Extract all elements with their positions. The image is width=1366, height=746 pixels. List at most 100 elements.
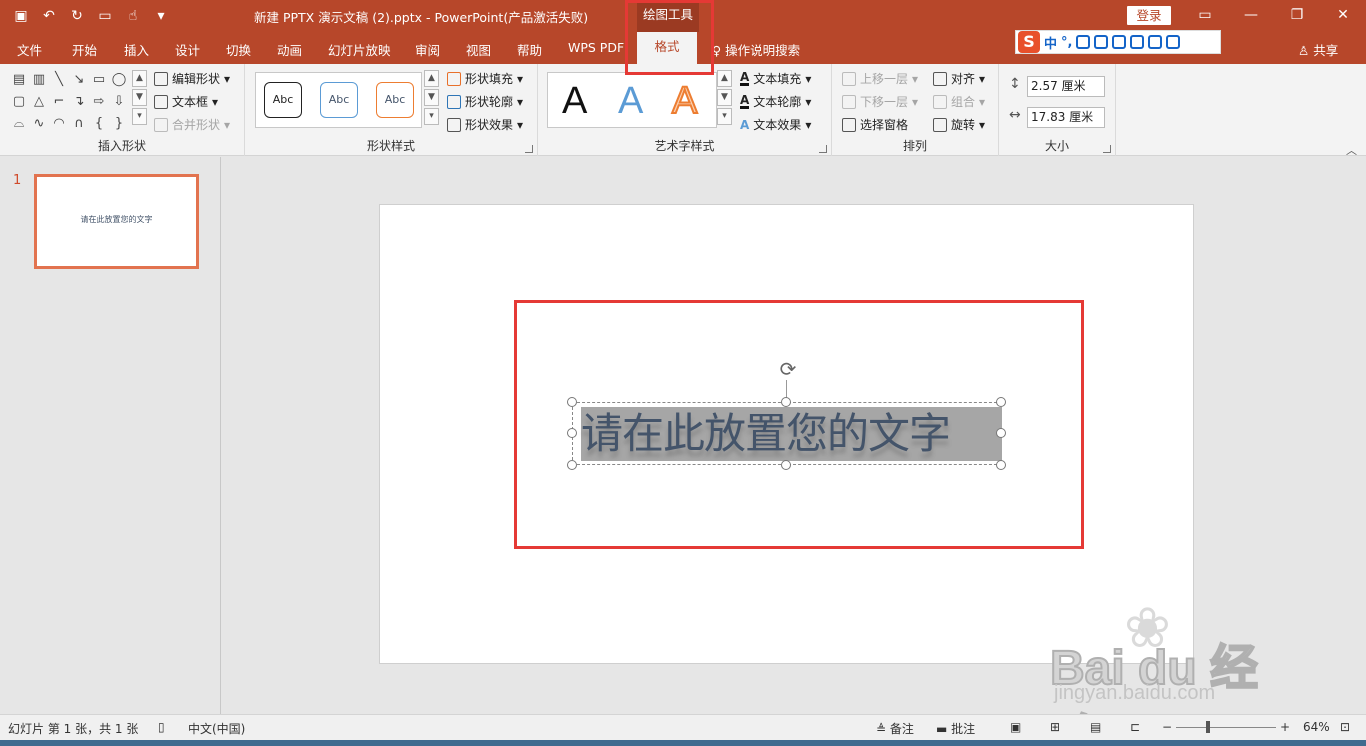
zoom-level[interactable]: 64% [1303, 720, 1330, 734]
keyboard-icon[interactable] [1112, 35, 1127, 49]
rotate-button[interactable]: 旋转 ▾ [933, 116, 985, 133]
mic-icon[interactable] [1094, 35, 1109, 49]
zoom-slider-thumb[interactable] [1206, 721, 1210, 733]
tab-review[interactable]: 审阅 [415, 40, 440, 59]
close-icon[interactable]: ✕ [1320, 0, 1366, 32]
spell-check-icon[interactable]: ▯ [158, 720, 165, 734]
zoom-in-button[interactable]: + [1280, 720, 1290, 734]
undo-icon[interactable]: ↶ [38, 6, 60, 26]
scroll-down-icon[interactable]: ▼ [717, 89, 732, 106]
group-objects-button[interactable]: 组合 ▾ [933, 93, 985, 110]
slideshow-view-icon[interactable]: ⊏ [1130, 720, 1140, 734]
tab-transitions[interactable]: 切换 [226, 40, 251, 59]
arc-icon[interactable]: ◠ [50, 116, 68, 132]
restore-icon[interactable]: ❐ [1274, 0, 1320, 32]
ribbon-display-icon[interactable]: ▭ [1182, 0, 1228, 32]
edit-shape-button[interactable]: 编辑形状 ▾ [154, 70, 230, 87]
gallery-more-icon[interactable]: ▾ [132, 108, 147, 125]
scroll-down-icon[interactable]: ▼ [132, 89, 147, 106]
collapse-ribbon-icon[interactable]: ︿ [1346, 142, 1357, 158]
zoom-out-button[interactable]: − [1162, 720, 1172, 734]
selection-pane-button[interactable]: 选择窗格 [842, 116, 908, 133]
rectangle-icon[interactable]: ▭ [90, 72, 108, 88]
scroll-up-icon[interactable]: ▲ [717, 70, 732, 87]
shape-style-2[interactable]: Abc [320, 82, 358, 118]
customize-icon[interactable]: ▾ [150, 6, 172, 26]
gallery-more-icon[interactable]: ▾ [424, 108, 439, 125]
align-button[interactable]: 对齐 ▾ [933, 70, 985, 87]
notes-button[interactable]: ≜ 备注 [876, 720, 914, 737]
right-brace-icon[interactable]: } [110, 116, 128, 132]
slide-sorter-icon[interactable]: ⊞ [1050, 720, 1060, 734]
freeform-icon[interactable]: ⌓ [10, 116, 28, 132]
text-outline-button[interactable]: A 文本轮廓 ▾ [740, 93, 811, 110]
tab-home[interactable]: 开始 [72, 40, 97, 59]
gallery-more-icon[interactable]: ▾ [717, 108, 732, 125]
tab-view[interactable]: 视图 [466, 40, 491, 59]
normal-view-icon[interactable]: ▣ [1010, 720, 1021, 734]
save-icon[interactable]: ▣ [10, 6, 32, 26]
scribble-icon[interactable]: ∿ [30, 116, 48, 132]
zoom-slider[interactable] [1176, 727, 1276, 728]
scroll-up-icon[interactable]: ▲ [132, 70, 147, 87]
scroll-up-icon[interactable]: ▲ [424, 70, 439, 87]
height-input[interactable]: 2.57 厘米 [1027, 76, 1105, 97]
tab-slideshow[interactable]: 幻灯片放映 [328, 40, 391, 59]
text-fill-button[interactable]: A 文本填充 ▾ [740, 70, 811, 87]
minimize-icon[interactable]: — [1228, 0, 1274, 32]
wordart-style-2[interactable]: A [618, 79, 643, 123]
shape-gallery[interactable]: ▤ ▥ ╲ ↘ ▭ ◯ ▢ △ ⌐ ↴ ⇨ ⇩ ⌓ ∿ ◠ ∩ { } [10, 72, 130, 132]
elbow-connector-icon[interactable]: ⌐ [50, 94, 68, 110]
tab-insert[interactable]: 插入 [124, 40, 149, 59]
dialog-launcher-icon[interactable] [819, 145, 827, 153]
ime-punct[interactable]: °, [1061, 35, 1072, 50]
language-indicator[interactable]: 中文(中国) [188, 720, 245, 737]
share-button[interactable]: ♙ 共享 [1298, 40, 1338, 59]
dialog-launcher-icon[interactable] [1103, 145, 1111, 153]
skin-icon[interactable] [1148, 35, 1163, 49]
tab-design[interactable]: 设计 [175, 40, 200, 59]
textbox-shape-icon[interactable]: ▤ [10, 72, 28, 88]
tell-me-search[interactable]: ♀ 操作说明搜索 [712, 40, 800, 59]
send-backward-button[interactable]: 下移一层 ▾ [842, 93, 918, 110]
redo-icon[interactable]: ↻ [66, 6, 88, 26]
dialog-launcher-icon[interactable] [525, 145, 533, 153]
grid-icon[interactable] [1166, 35, 1181, 49]
bring-forward-button[interactable]: 上移一层 ▾ [842, 70, 918, 87]
down-arrow-icon[interactable]: ⇩ [110, 94, 128, 110]
reading-view-icon[interactable]: ▤ [1090, 720, 1101, 734]
text-effects-button[interactable]: A 文本效果 ▾ [740, 116, 811, 133]
rounded-rect-icon[interactable]: ▢ [10, 94, 28, 110]
tab-help[interactable]: 帮助 [517, 40, 542, 59]
right-arrow-icon[interactable]: ⇨ [90, 94, 108, 110]
ime-mode[interactable]: 中 [1044, 33, 1057, 52]
shape-effects-button[interactable]: 形状效果 ▾ [447, 116, 523, 133]
curve-icon[interactable]: ∩ [70, 116, 88, 132]
merge-shapes-button[interactable]: 合并形状 ▾ [154, 116, 230, 133]
fit-to-window-icon[interactable]: ⊡ [1340, 720, 1350, 734]
line-icon[interactable]: ╲ [50, 72, 68, 88]
oval-icon[interactable]: ◯ [110, 72, 128, 88]
tab-file[interactable]: 文件 [17, 40, 42, 59]
toolbox-icon[interactable] [1130, 35, 1145, 49]
left-brace-icon[interactable]: { [90, 116, 108, 132]
triangle-icon[interactable]: △ [30, 94, 48, 110]
shape-style-3[interactable]: Abc [376, 82, 414, 118]
tab-wps-pdf[interactable]: WPS PDF [568, 40, 624, 55]
wordart-style-3[interactable]: A [671, 79, 698, 123]
ime-toolbar[interactable]: S 中 °, [1015, 30, 1221, 54]
touch-icon[interactable]: ☝ [122, 6, 144, 26]
login-button[interactable]: 登录 [1127, 6, 1171, 25]
elbow-arrow-icon[interactable]: ↴ [70, 94, 88, 110]
emoji-icon[interactable] [1076, 35, 1091, 49]
scroll-down-icon[interactable]: ▼ [424, 89, 439, 106]
present-icon[interactable]: ▭ [94, 6, 116, 26]
wordart-style-1[interactable]: A [562, 79, 587, 123]
width-input[interactable]: 17.83 厘米 [1027, 107, 1105, 128]
shape-outline-button[interactable]: 形状轮廓 ▾ [447, 93, 523, 110]
slide-thumbnail[interactable]: 请在此放置您的文字 [34, 174, 199, 269]
shape-style-1[interactable]: Abc [264, 82, 302, 118]
shape-fill-button[interactable]: 形状填充 ▾ [447, 70, 523, 87]
comments-button[interactable]: ▬ 批注 [936, 720, 975, 737]
text-box-button[interactable]: 文本框 ▾ [154, 93, 218, 110]
